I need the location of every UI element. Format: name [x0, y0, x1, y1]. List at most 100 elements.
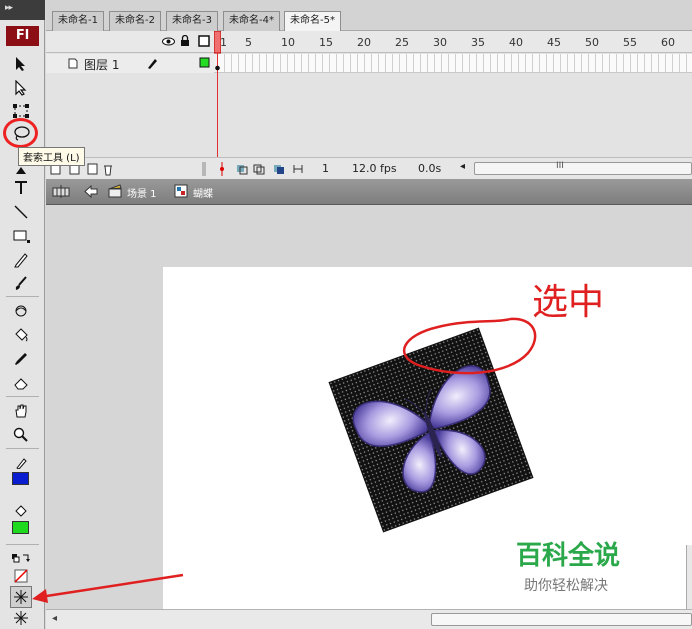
panel-grip[interactable]: ▸▸	[0, 0, 45, 20]
selection-arrow-icon	[16, 57, 25, 71]
magnet-icon	[14, 590, 28, 604]
zoom-icon	[13, 427, 28, 442]
tab-untitled-5[interactable]: 未命名-5*	[284, 11, 341, 32]
text-tool-button[interactable]	[9, 176, 33, 198]
toolbox-separator	[6, 544, 39, 545]
paint-bucket-icon	[15, 328, 28, 342]
pencil-tool-button[interactable]	[9, 249, 33, 271]
edit-bar: 场景 1 蝴蝶	[46, 179, 692, 205]
selection-tool-button[interactable]	[9, 53, 33, 75]
ruler-frame-1: 1	[220, 36, 227, 49]
smooth-icon	[14, 611, 28, 625]
swap-colors-icon	[12, 554, 30, 563]
hand-icon	[15, 404, 27, 418]
watermark-subtitle: 助你轻松解决	[524, 578, 608, 594]
eye-icon[interactable]	[162, 36, 175, 47]
horizontal-scroll-thumb[interactable]	[431, 613, 692, 626]
horizontal-scrollbar[interactable]: ◂	[46, 609, 692, 629]
ruler-frame-50: 50	[585, 36, 599, 49]
layer-name-cell[interactable]: 图层 1	[46, 54, 214, 73]
lasso-tooltip: 套索工具 (L)	[18, 147, 85, 166]
ruler-frame-5: 5	[245, 36, 252, 49]
lock-icon[interactable]	[180, 35, 190, 47]
frames-strip[interactable]	[218, 54, 692, 73]
ruler-frame-25: 25	[395, 36, 409, 49]
vertical-scrollbar[interactable]	[686, 545, 692, 609]
onion-skin-icons[interactable]	[236, 162, 316, 176]
toolbox-separator	[6, 296, 39, 297]
brush-tool-button[interactable]	[9, 272, 33, 294]
breadcrumb-scene[interactable]: 场景 1	[127, 185, 157, 200]
ruler-frame-20: 20	[357, 36, 371, 49]
back-arrow-icon[interactable]	[84, 185, 98, 198]
timeline-scroll-thumb[interactable]: III	[474, 161, 692, 175]
fill-color-tool[interactable]	[9, 500, 33, 522]
current-frame-readout: 1	[322, 162, 329, 175]
fill-bucket-icon	[15, 505, 27, 517]
no-color-icon	[14, 569, 28, 583]
zoom-tool-button[interactable]	[9, 424, 33, 446]
text-icon	[15, 181, 27, 194]
ruler-frame-40: 40	[509, 36, 523, 49]
toolbox-separator	[6, 448, 39, 449]
eyedropper-icon	[15, 353, 27, 365]
eraser-icon	[14, 378, 28, 390]
pencil-icon	[14, 253, 28, 268]
timeline-footer: 1 12.0 fps 0.0s ◂ III	[46, 157, 692, 179]
document-tab-bar: 未命名-1 未命名-2 未命名-3 未命名-4* 未命名-5*	[46, 0, 692, 32]
eyedropper-tool-button[interactable]	[9, 348, 33, 370]
brush-icon	[15, 276, 27, 290]
ruler-frame-35: 35	[471, 36, 485, 49]
rectangle-tool-button[interactable]	[9, 225, 33, 247]
ruler-frame-55: 55	[623, 36, 637, 49]
line-icon	[14, 205, 28, 219]
line-tool-button[interactable]	[9, 201, 33, 223]
watermark-title: 百科全说	[516, 541, 621, 571]
center-frame-icon[interactable]	[218, 162, 226, 176]
layer-name: 图层 1	[84, 58, 120, 72]
timeline-panel: 1 5 10 15 20 25 30 35 40 45 50 55 60 图层 …	[46, 30, 692, 179]
frame-rate-readout[interactable]: 12.0 fps	[352, 162, 397, 175]
tab-untitled-1[interactable]: 未命名-1	[52, 11, 104, 31]
tab-untitled-2[interactable]: 未命名-2	[109, 11, 161, 31]
tab-untitled-3[interactable]: 未命名-3	[166, 11, 218, 31]
ruler-frame-45: 45	[547, 36, 561, 49]
scroll-grip: III	[556, 161, 564, 171]
annotation-ellipse	[402, 317, 537, 375]
tab-untitled-4[interactable]: 未命名-4*	[223, 11, 280, 31]
rectangle-icon	[13, 230, 30, 243]
pencil-edit-icon	[148, 59, 157, 69]
ruler-frame-30: 30	[433, 36, 447, 49]
ink-bottle-tool-button[interactable]	[9, 324, 33, 346]
scroll-left-arrow-icon[interactable]: ◂	[460, 161, 465, 172]
elapsed-time-readout: 0.0s	[418, 162, 442, 175]
stroke-color-swatch[interactable]	[12, 472, 29, 485]
timeline-toggle-icon[interactable]	[52, 184, 70, 199]
hand-tool-button[interactable]	[9, 400, 33, 422]
stroke-color-tool[interactable]	[9, 452, 33, 474]
movieclip-symbol-icon	[174, 184, 188, 198]
toolbox-separator	[6, 396, 39, 397]
subselection-tool-button[interactable]	[9, 77, 33, 99]
outline-icon[interactable]	[198, 35, 210, 47]
breadcrumb-symbol[interactable]: 蝴蝶	[193, 185, 213, 200]
smooth-button[interactable]	[9, 607, 33, 629]
layer-color-box-icon[interactable]	[199, 57, 210, 68]
annotation-label: 选中	[532, 282, 605, 323]
stroke-pencil-icon	[16, 458, 27, 469]
deco-tool-button[interactable]	[9, 300, 33, 322]
annotation-arrow	[32, 573, 184, 603]
tools-panel: ▸▸ Fl 套索工具 (L)	[0, 0, 85, 629]
layer-page-icon	[68, 58, 78, 69]
splitter-icon[interactable]	[202, 162, 206, 176]
scroll-left-icon[interactable]: ◂	[52, 613, 57, 624]
ruler-frame-60: 60	[661, 36, 675, 49]
stage-pasteboard: 选中 百科全说 助你轻松解决	[46, 205, 692, 609]
deco-icon	[15, 305, 27, 317]
fill-color-swatch[interactable]	[12, 521, 29, 534]
ruler-frame-10: 10	[281, 36, 295, 49]
ruler-frame-15: 15	[319, 36, 333, 49]
subselection-arrow-icon	[15, 80, 27, 96]
free-transform-icon	[13, 104, 29, 118]
eraser-tool-button[interactable]	[9, 372, 33, 394]
